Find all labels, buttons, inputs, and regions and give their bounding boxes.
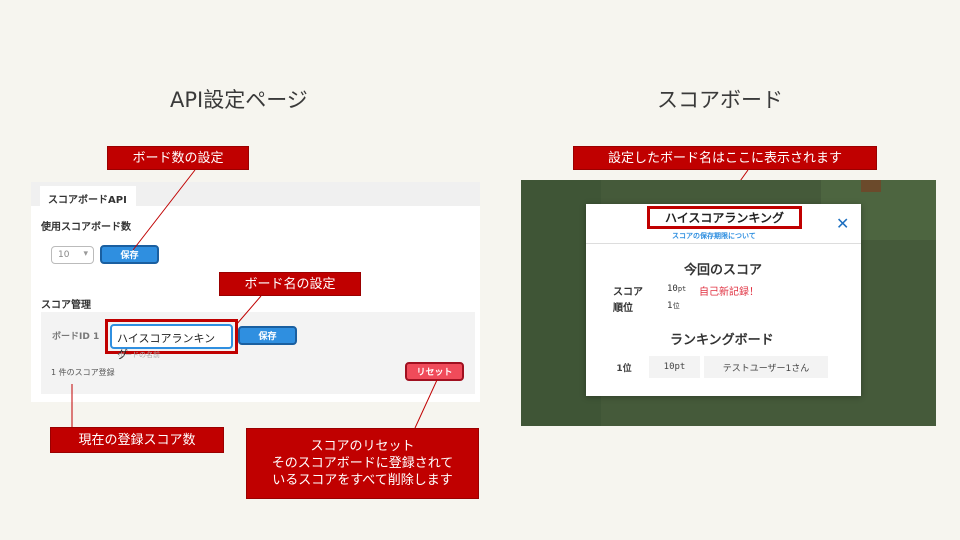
ranking-score-cell: 10pt <box>649 356 700 378</box>
game-sprite <box>861 180 881 192</box>
current-score-heading: 今回のスコア <box>684 263 763 278</box>
ranking-rank-cell: 1位 <box>603 356 645 378</box>
connector-reset <box>414 379 438 429</box>
score-value: 10pt <box>667 284 686 294</box>
close-icon[interactable]: ✕ <box>836 214 849 233</box>
scoreboard-board-name: ハイスコアランキング <box>647 206 802 229</box>
rank-unit: 位 <box>672 302 680 310</box>
connector-board-count <box>132 169 196 251</box>
score-label: スコア <box>613 287 643 298</box>
rank-value: 1位 <box>667 301 680 311</box>
score-number: 10 <box>667 284 678 294</box>
retention-link[interactable]: スコアの保存期限について <box>672 231 756 241</box>
score-unit: pt <box>677 285 687 293</box>
callout-display-name: 設定したボード名はここに表示されます <box>573 146 877 170</box>
connector-board-name <box>235 295 262 326</box>
rank-label: 順位 <box>613 303 633 314</box>
ranking-name-cell: テストユーザー1さん <box>704 356 828 378</box>
ranking-heading: ランキングボード <box>670 333 774 348</box>
new-record-text: 自己新記録！ <box>699 287 759 298</box>
